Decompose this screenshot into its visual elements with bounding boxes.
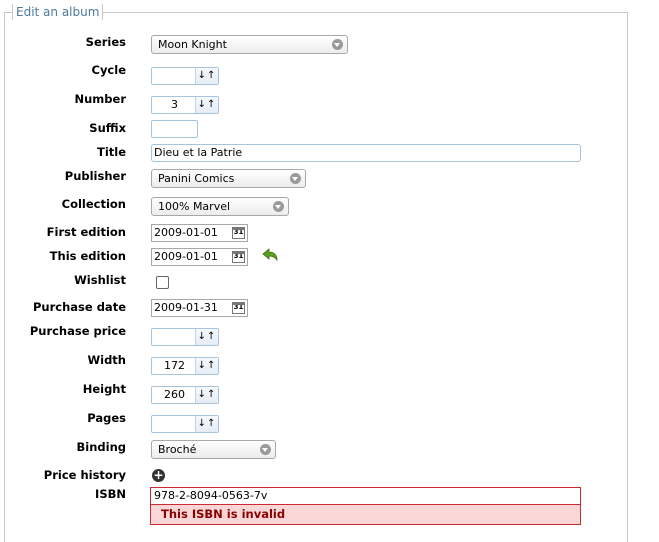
first-edition-value: 2009-01-01 <box>154 226 218 239</box>
width-label: Width <box>87 353 126 367</box>
purchase-price-label: Purchase price <box>29 324 126 338</box>
width-stepper[interactable]: 172 ↓↑ <box>151 357 219 375</box>
publisher-value: Panini Comics <box>158 172 235 185</box>
purchase-date-input[interactable]: 2009-01-31 31 <box>151 299 248 317</box>
first-edition-input[interactable]: 2009-01-01 31 <box>151 224 248 242</box>
first-edition-label: First edition <box>46 225 126 239</box>
wishlist-checkbox[interactable] <box>156 276 169 289</box>
spin-arrows-icon[interactable]: ↓↑ <box>195 358 218 374</box>
suffix-label: Suffix <box>89 121 126 135</box>
title-label: Title <box>96 145 126 159</box>
cycle-stepper[interactable]: ↓↑ <box>151 67 219 85</box>
isbn-error-message: This ISBN is invalid <box>150 504 581 525</box>
price-history-label: Price history <box>43 468 126 482</box>
series-select[interactable]: Moon Knight <box>151 35 348 54</box>
add-price-icon[interactable]: + <box>152 469 165 482</box>
chevron-down-icon <box>290 173 301 184</box>
cycle-label: Cycle <box>91 63 127 77</box>
width-value: 172 <box>164 359 185 372</box>
number-label: Number <box>74 92 127 106</box>
calendar-icon[interactable]: 31 <box>232 251 245 263</box>
spin-arrows-icon[interactable]: ↓↑ <box>195 329 218 345</box>
height-stepper[interactable]: 260 ↓↑ <box>151 386 219 404</box>
pages-stepper[interactable]: ↓↑ <box>151 415 219 433</box>
purchase-date-label: Purchase date <box>33 300 126 314</box>
isbn-input[interactable]: 978-2-8094-0563-7v <box>150 487 581 505</box>
this-edition-value: 2009-01-01 <box>154 250 218 263</box>
calendar-icon[interactable]: 31 <box>232 227 245 239</box>
collection-label: Collection <box>61 197 126 211</box>
suffix-input[interactable] <box>151 120 198 138</box>
spin-arrows-icon[interactable]: ↓↑ <box>195 68 218 84</box>
collection-select[interactable]: 100% Marvel <box>151 197 289 216</box>
number-stepper[interactable]: 3 ↓↑ <box>151 96 219 114</box>
fieldset-legend: Edit an album <box>12 4 104 20</box>
publisher-select[interactable]: Panini Comics <box>151 169 306 188</box>
this-edition-label: This edition <box>49 249 126 263</box>
purchase-date-value: 2009-01-31 <box>154 301 218 314</box>
height-label: Height <box>82 382 126 396</box>
collection-value: 100% Marvel <box>158 200 231 213</box>
spin-arrows-icon[interactable]: ↓↑ <box>195 97 218 113</box>
this-edition-input[interactable]: 2009-01-01 31 <box>151 248 248 266</box>
isbn-label: ISBN <box>95 487 126 501</box>
number-value: 3 <box>171 98 178 111</box>
spin-arrows-icon[interactable]: ↓↑ <box>195 416 218 432</box>
height-value: 260 <box>164 388 185 401</box>
series-value: Moon Knight <box>158 38 227 51</box>
chevron-down-icon <box>332 39 343 50</box>
series-label: Series <box>85 35 126 49</box>
purchase-price-stepper[interactable]: ↓↑ <box>151 328 219 346</box>
title-input[interactable]: Dieu et la Patrie <box>151 144 581 162</box>
binding-label: Binding <box>76 440 127 454</box>
publisher-label: Publisher <box>64 169 126 183</box>
pages-label: Pages <box>87 411 126 425</box>
revert-arrow-icon[interactable] <box>262 248 280 264</box>
binding-value: Broché <box>158 443 197 456</box>
chevron-down-icon <box>273 201 284 212</box>
spin-arrows-icon[interactable]: ↓↑ <box>195 387 218 403</box>
calendar-icon[interactable]: 31 <box>232 302 245 314</box>
binding-select[interactable]: Broché <box>151 440 276 459</box>
wishlist-label: Wishlist <box>74 273 126 287</box>
chevron-down-icon <box>260 444 271 455</box>
